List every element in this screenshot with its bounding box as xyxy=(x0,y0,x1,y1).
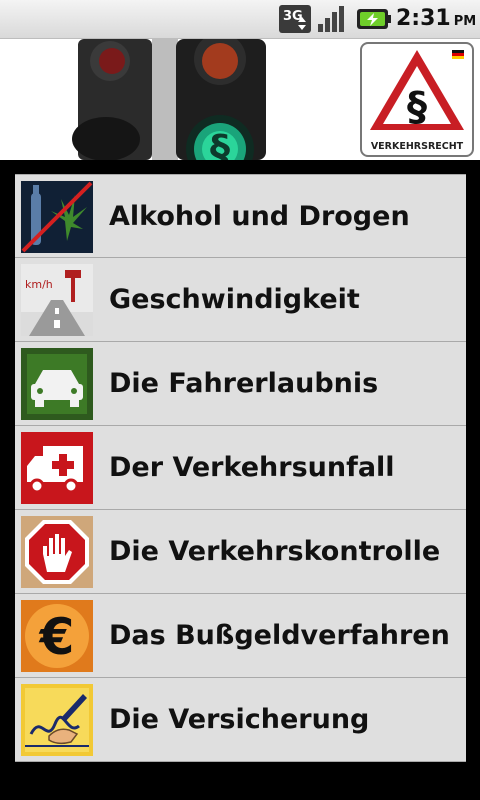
list-item-label: Das Bußgeldverfahren xyxy=(109,620,450,651)
status-bar: 3G 2:31 PM xyxy=(0,0,480,39)
alcohol-drugs-icon xyxy=(21,181,93,253)
list-item-geschwindigkeit[interactable]: km/h Geschwindigkeit xyxy=(15,258,466,342)
svg-text:€: € xyxy=(39,608,75,666)
list-item-label: Die Versicherung xyxy=(109,704,370,735)
list-item-verkehrsunfall[interactable]: Der Verkehrsunfall xyxy=(15,426,466,510)
list-item-versicherung[interactable]: Die Versicherung xyxy=(15,678,466,762)
list-item-label: Die Verkehrskontrolle xyxy=(109,536,441,567)
battery-charging-icon xyxy=(357,9,391,29)
car-icon xyxy=(21,348,93,420)
list-item-label: Alkohol und Drogen xyxy=(109,201,410,232)
logo-paragraph-symbol: § xyxy=(407,84,427,130)
signing-pen-icon xyxy=(21,684,93,756)
list-item-label: Der Verkehrsunfall xyxy=(109,452,395,483)
list-item-bussgeldverfahren[interactable]: € Das Bußgeldverfahren xyxy=(15,594,466,678)
clock: 2:31 PM xyxy=(396,5,476,33)
ambulance-icon xyxy=(21,432,93,504)
stop-hand-icon xyxy=(21,516,93,588)
germany-flag-icon xyxy=(452,50,464,59)
traffic-light-image: § xyxy=(72,39,266,160)
verkehrsrecht-logo: § VERKEHRSRECHT xyxy=(360,42,474,157)
topic-list: Alkohol und Drogen km/h Geschwindigkeit … xyxy=(15,174,466,762)
euro-icon: € xyxy=(21,600,93,672)
logo-text: VERKEHRSRECHT xyxy=(370,141,464,152)
list-item-verkehrskontrolle[interactable]: Die Verkehrskontrolle xyxy=(15,510,466,594)
header-banner: § § VERKEHRSRECHT xyxy=(0,39,480,160)
list-item-fahrerlaubnis[interactable]: Die Fahrerlaubnis xyxy=(15,342,466,426)
speed-road-icon: km/h xyxy=(21,264,93,336)
svg-text:km/h: km/h xyxy=(25,278,53,291)
banner-paragraph-symbol: § xyxy=(210,127,230,160)
list-item-alkohol-drogen[interactable]: Alkohol und Drogen xyxy=(15,174,466,258)
signal-strength-icon xyxy=(318,6,344,32)
network-3g-icon: 3G xyxy=(279,5,311,33)
list-item-label: Geschwindigkeit xyxy=(109,284,360,315)
list-item-label: Die Fahrerlaubnis xyxy=(109,368,379,399)
clock-time: 2:31 xyxy=(396,6,451,31)
warning-triangle-icon: § xyxy=(370,50,464,130)
clock-ampm: PM xyxy=(453,14,477,29)
